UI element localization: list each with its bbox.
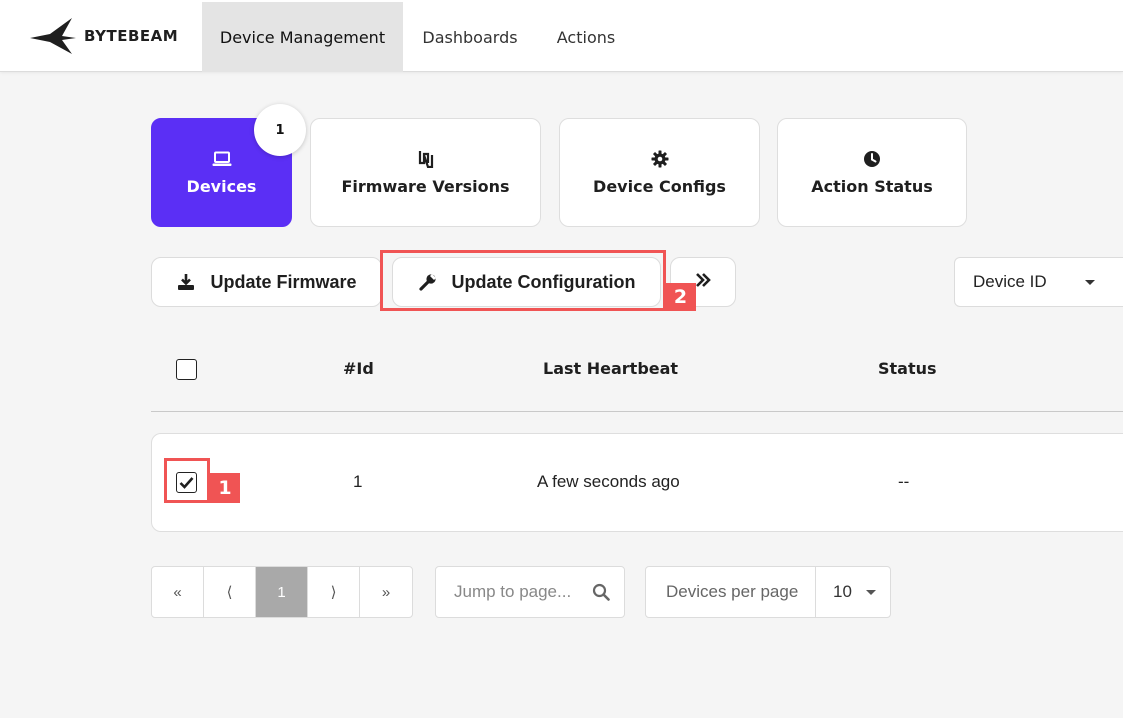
devices-card-label: Devices — [186, 177, 257, 196]
search-icon — [592, 583, 610, 601]
update-firmware-button[interactable]: Update Firmware — [151, 257, 382, 307]
download-icon — [176, 272, 196, 292]
nav-actions[interactable]: Actions — [540, 2, 632, 72]
device-filter-value: Device ID — [973, 272, 1047, 291]
update-configuration-label: Update Configuration — [451, 271, 636, 292]
step-badge-2: 2 — [665, 283, 696, 311]
next-page-button[interactable]: ⟩ — [308, 567, 360, 617]
cell-status: -- — [898, 472, 910, 491]
double-chevron-right-icon — [694, 272, 712, 293]
current-page-button[interactable]: 1 — [256, 567, 308, 617]
device-filter-dropdown[interactable]: Device ID — [954, 257, 1123, 307]
wrench-icon — [418, 272, 438, 292]
gear-icon — [650, 149, 670, 169]
jump-to-page-input[interactable] — [454, 582, 584, 602]
device-configs-card-label: Device Configs — [593, 177, 726, 196]
top-navigation-bar: BYTEBEAM Device Management Dashboards Ac… — [0, 0, 1123, 72]
pagination: « ⟨ 1 ⟩ » — [151, 566, 413, 618]
cell-device-id: 1 — [353, 472, 363, 491]
devices-per-page-value: 10 — [833, 582, 852, 601]
action-status-card-label: Action Status — [811, 177, 933, 196]
firmware-icon — [416, 149, 436, 169]
table-header-divider — [151, 411, 1123, 412]
step-badge-1: 1 — [210, 473, 240, 503]
action-status-card[interactable]: Action Status — [777, 118, 967, 227]
clock-icon — [862, 149, 882, 169]
checkmark-icon — [179, 477, 194, 489]
caret-down-icon — [865, 589, 876, 595]
devices-per-page-select[interactable]: 10 — [816, 582, 876, 602]
nav-device-management[interactable]: Device Management — [202, 2, 403, 72]
laptop-icon — [212, 149, 232, 169]
brand-logo[interactable]: BYTEBEAM — [28, 16, 178, 56]
firmware-versions-card[interactable]: Firmware Versions — [310, 118, 541, 227]
nav-dashboards[interactable]: Dashboards — [407, 2, 533, 72]
brand-name: BYTEBEAM — [84, 27, 179, 45]
devices-per-page-label: Devices per page — [646, 567, 816, 617]
column-header-status[interactable]: Status — [878, 359, 937, 378]
device-count-badge: 1 — [254, 104, 306, 156]
cell-last-heartbeat: A few seconds ago — [537, 472, 680, 491]
update-configuration-button[interactable]: Update Configuration — [392, 257, 661, 307]
devices-per-page-control: Devices per page 10 — [645, 566, 891, 618]
bytebeam-logo-icon — [30, 18, 76, 54]
previous-page-button[interactable]: ⟨ — [204, 567, 256, 617]
jump-to-page-field[interactable] — [435, 566, 625, 618]
first-page-button[interactable]: « — [152, 567, 204, 617]
row-select-checkbox[interactable] — [176, 472, 197, 493]
select-all-checkbox[interactable] — [176, 359, 197, 380]
firmware-versions-card-label: Firmware Versions — [341, 177, 510, 196]
device-configs-card[interactable]: Device Configs — [559, 118, 760, 227]
caret-down-icon — [1085, 280, 1095, 285]
column-header-last-heartbeat[interactable]: Last Heartbeat — [543, 359, 678, 378]
update-firmware-label: Update Firmware — [210, 271, 357, 292]
column-header-id[interactable]: #Id — [343, 359, 374, 378]
last-page-button[interactable]: » — [360, 567, 412, 617]
